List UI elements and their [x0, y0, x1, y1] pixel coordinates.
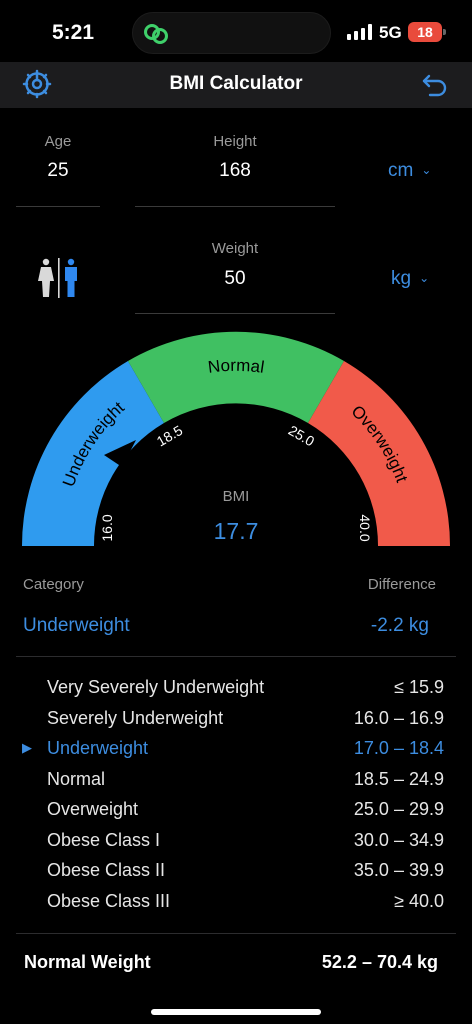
row-category: Overweight [47, 799, 139, 819]
category-label: Category [23, 576, 84, 593]
table-row: Obese Class III ≥ 40.0 [0, 886, 472, 917]
row-category: Underweight [47, 738, 149, 758]
difference-value: -2.2 kg [370, 615, 429, 636]
row-range: 30.0 – 34.9 [353, 829, 444, 850]
table-row: Very Severely Underweight ≤ 15.9 [0, 672, 472, 703]
height-label: Height [213, 133, 257, 150]
row-range: 25.0 – 29.9 [353, 799, 444, 819]
bmi-value: 17.7 [213, 518, 259, 544]
divider [16, 656, 456, 657]
signal-icon [347, 24, 372, 40]
age-underline [16, 206, 100, 207]
row-range: 35.0 – 39.9 [353, 860, 444, 880]
battery-icon: 18 [408, 22, 446, 42]
weight-field[interactable]: 50 [135, 268, 335, 290]
difference-label: Difference [367, 576, 436, 593]
weight-label: Weight [211, 240, 259, 257]
table-row: ▶ Underweight 17.0 – 18.4 [0, 733, 472, 764]
row-category: Severely Underweight [47, 707, 224, 728]
height-underline [135, 206, 335, 207]
gender-toggle-icon[interactable] [36, 258, 82, 298]
table-row: Overweight 25.0 – 29.9 [0, 794, 472, 825]
weight-unit-value: kg [391, 268, 412, 289]
gauge-segment-normal [128, 331, 344, 423]
row-category: Normal [47, 768, 106, 789]
row-category: Obese Class III [47, 890, 171, 911]
weight-unit-select[interactable]: kg ⌄ [391, 268, 429, 290]
row-range: ≤ 15.9 [394, 677, 444, 697]
status-time: 5:21 [52, 21, 95, 44]
bmi-label: BMI [222, 488, 250, 505]
row-category: Very Severely Underweight [47, 677, 265, 697]
chevron-down-icon: ⌄ [421, 163, 432, 177]
dynamic-island [132, 12, 331, 54]
status-bar: 5:21 5G 18 [0, 0, 472, 62]
age-label: Age [44, 133, 72, 150]
table-row: Normal 18.5 – 24.9 [0, 764, 472, 795]
chevron-down-icon: ⌄ [419, 271, 430, 285]
weight-underline [135, 313, 335, 314]
gauge-tick: 25.0 [286, 422, 318, 450]
row-range: 17.0 – 18.4 [353, 738, 444, 758]
height-field[interactable]: 168 [135, 160, 335, 182]
table-row: Obese Class II 35.0 – 39.9 [0, 855, 472, 886]
row-range: ≥ 40.0 [394, 890, 444, 911]
row-category: Obese Class I [47, 829, 161, 850]
nav-bar: BMI Calculator [0, 62, 472, 108]
row-range: 16.0 – 16.9 [353, 707, 444, 728]
undo-arrow-icon[interactable] [420, 70, 450, 100]
page-title: BMI Calculator [169, 73, 303, 94]
divider [16, 933, 456, 934]
category-value: Underweight [23, 615, 130, 636]
bmi-classification-table: Very Severely Underweight ≤ 15.9 Severely … [0, 672, 472, 916]
selected-arrow-icon: ▶ [22, 740, 32, 755]
row-category: Obese Class II [47, 860, 166, 880]
height-unit-value: cm [388, 160, 414, 181]
network-type: 5G [379, 23, 402, 42]
table-row: Obese Class I 30.0 – 34.9 [0, 825, 472, 856]
age-field[interactable]: 25 [18, 160, 98, 182]
home-indicator[interactable] [151, 1009, 321, 1015]
row-range: 18.5 – 24.9 [353, 768, 444, 789]
normal-weight-range: 52.2 – 70.4 kg [321, 952, 438, 972]
table-row: Severely Underweight 16.0 – 16.9 [0, 703, 472, 734]
height-unit-select[interactable]: cm ⌄ [388, 160, 431, 182]
normal-weight-label: Normal Weight [24, 952, 151, 972]
link-icon [144, 24, 168, 44]
